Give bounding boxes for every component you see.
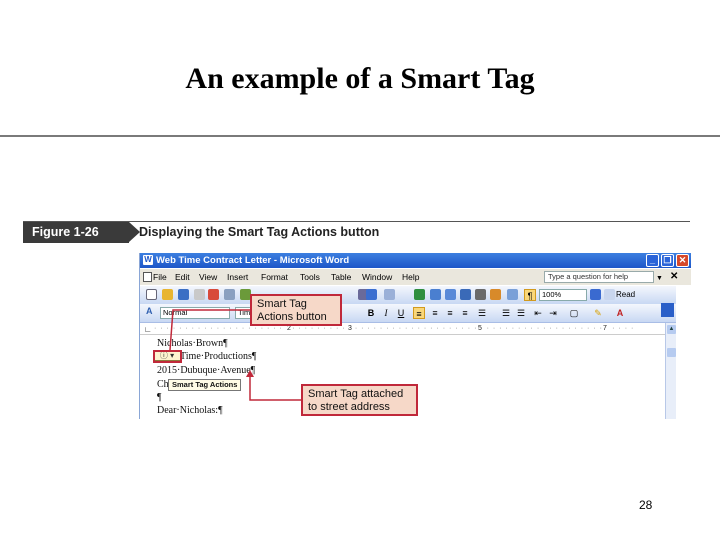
callout-smart-tag-attached: Smart Tag attached to street address [301,384,418,416]
callout-smart-tag-actions-button: Smart Tag Actions button [250,294,342,326]
callout-leader-attached [249,375,301,401]
callout-leader-actions [169,309,250,351]
callout-arrowhead [246,370,254,377]
callout-leaders [169,309,301,401]
page-number: 28 [639,498,653,512]
